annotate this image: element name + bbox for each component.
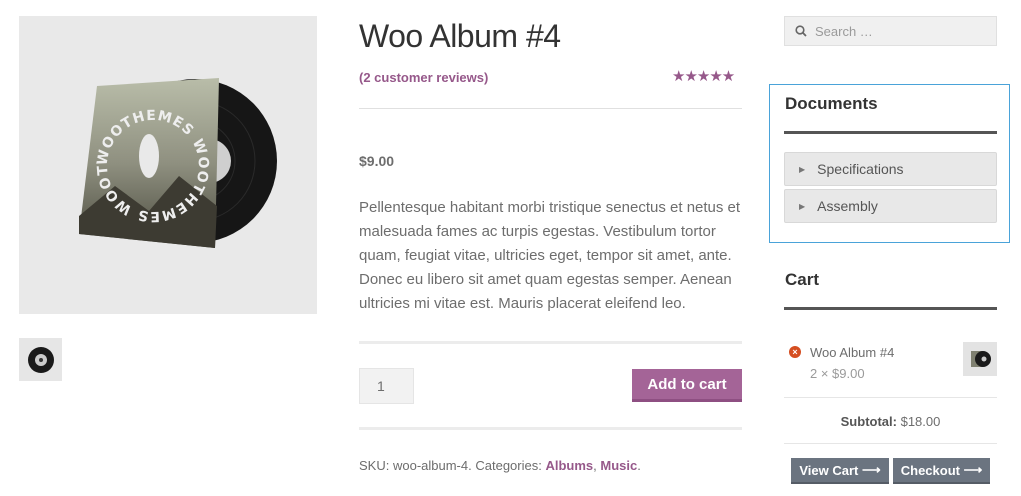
category-end: . <box>637 458 641 473</box>
arrow-right-icon: ⟶ <box>963 462 983 477</box>
category-link-albums[interactable]: Albums <box>545 458 593 473</box>
product-meta: SKU: woo-album-4. Categories: Albums, Mu… <box>359 458 641 473</box>
cart-title: Cart <box>785 270 820 289</box>
search-placeholder: Search … <box>815 23 873 39</box>
add-to-cart-button[interactable]: Add to cart <box>632 369 742 402</box>
divider <box>784 307 997 310</box>
quantity-input[interactable]: 1 <box>359 368 414 404</box>
vinyl-thumb-icon <box>27 346 54 373</box>
cart-subtotal: Subtotal: $18.00 <box>784 414 997 429</box>
checkout-button[interactable]: Checkout ⟶ <box>893 458 990 484</box>
product-main-image[interactable]: WOOTHEMES WOOTHEMES WOOTHEMES <box>19 16 317 314</box>
accordion-label: Specifications <box>817 161 904 177</box>
divider <box>359 108 742 109</box>
search-field[interactable]: Search … <box>784 16 997 46</box>
subtotal-label: Subtotal: <box>840 414 897 429</box>
caret-right-icon: ▶ <box>799 201 806 211</box>
divider <box>784 397 997 398</box>
view-cart-label: View Cart <box>799 462 859 478</box>
sku-value: woo-album-4. <box>392 458 472 473</box>
documents-title: Documents <box>785 94 878 113</box>
reviews-link[interactable]: (2 customer reviews) <box>359 70 488 85</box>
divider <box>359 341 742 344</box>
caret-right-icon: ▶ <box>799 164 806 174</box>
subtotal-value: $18.00 <box>900 414 941 429</box>
category-link-music[interactable]: Music <box>600 458 637 473</box>
vinyl-thumb-icon <box>971 351 991 367</box>
album-cover-image: WOOTHEMES WOOTHEMES WOOTHEMES <box>19 16 277 248</box>
star-rating: ★★★★★ <box>672 68 735 85</box>
product-thumbnail[interactable] <box>19 338 62 381</box>
accordion-label: Assembly <box>817 198 878 214</box>
cart-item-quantity: 2 × $9.00 <box>810 366 865 381</box>
remove-item-icon[interactable]: × <box>789 346 801 358</box>
categories-label: Categories: <box>475 458 542 473</box>
checkout-label: Checkout <box>900 462 960 478</box>
search-icon <box>795 25 807 37</box>
cart-item-name[interactable]: Woo Album #4 <box>810 345 894 360</box>
sku-label: SKU: <box>359 458 390 473</box>
divider <box>784 443 997 444</box>
product-price: $9.00 <box>359 153 395 169</box>
divider <box>359 427 742 430</box>
arrow-right-icon: ⟶ <box>862 462 881 477</box>
product-description: Pellentesque habitant morbi tristique se… <box>359 199 741 312</box>
category-separator: , <box>593 458 597 473</box>
cart-item-thumbnail[interactable] <box>963 342 997 376</box>
product-title: Woo Album #4 <box>359 18 561 54</box>
accordion-assembly[interactable]: ▶ Assembly <box>784 189 997 223</box>
divider <box>784 131 997 134</box>
accordion-specifications[interactable]: ▶ Specifications <box>784 152 997 186</box>
view-cart-button[interactable]: View Cart ⟶ <box>791 458 889 484</box>
